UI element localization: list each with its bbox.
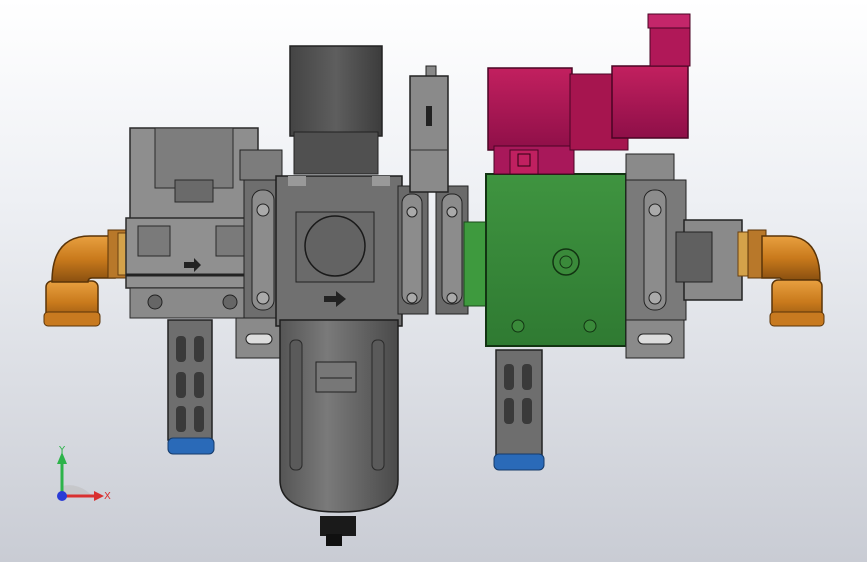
left-elbow-fitting[interactable]: [43, 229, 129, 327]
solenoid-valve[interactable]: [463, 173, 627, 471]
module-connectors: [397, 185, 469, 315]
right-bracket: [625, 153, 743, 359]
assembly-canvas[interactable]: Y X: [0, 0, 867, 562]
filter-regulator[interactable]: [275, 45, 403, 546]
solenoid-coil[interactable]: [487, 13, 691, 175]
cad-viewport[interactable]: Y X: [0, 0, 867, 562]
pressure-regulator[interactable]: [125, 127, 259, 455]
y-axis-label: Y: [58, 445, 66, 456]
coordinate-triad: Y X: [57, 445, 111, 502]
right-elbow-fitting[interactable]: [737, 229, 825, 327]
pressure-gauge: [304, 215, 366, 277]
x-axis-label: X: [104, 491, 111, 502]
z-axis-dot: [57, 491, 67, 501]
pressure-switch[interactable]: [409, 65, 449, 193]
